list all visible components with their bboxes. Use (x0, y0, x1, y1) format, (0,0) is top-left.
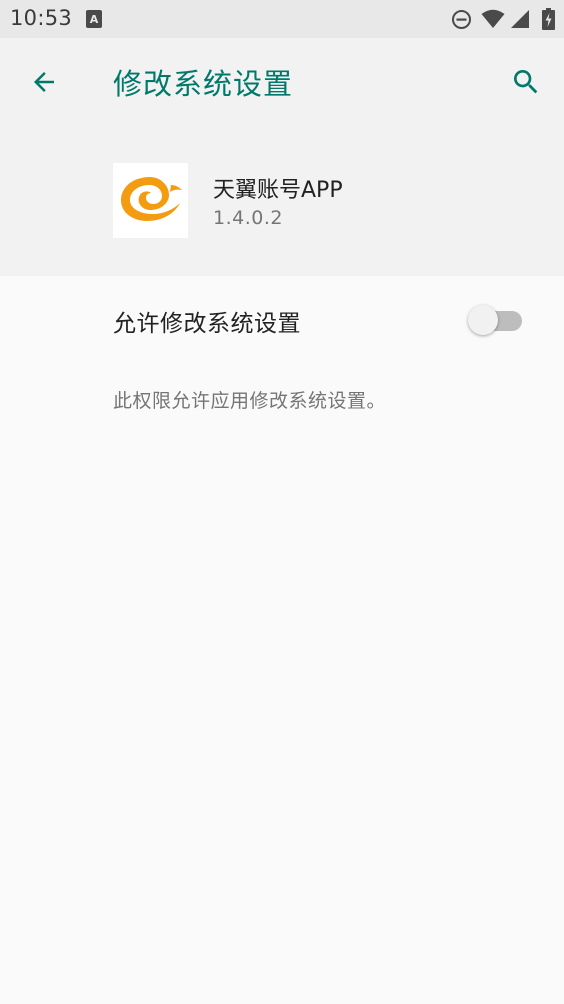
app-version: 1.4.0.2 (213, 207, 283, 229)
allow-modify-settings-toggle[interactable] (468, 302, 524, 336)
wifi-icon (481, 9, 505, 28)
status-bar: 10:53 A (0, 0, 564, 38)
swirl-logo-icon (121, 177, 182, 221)
setting-label: 允许修改系统设置 (113, 311, 301, 337)
allow-modify-settings-row[interactable]: 允许修改系统设置 (0, 276, 564, 362)
back-button[interactable] (24, 62, 64, 102)
arrow-left-icon (34, 72, 54, 92)
search-icon (514, 70, 538, 94)
do-not-disturb-icon (452, 10, 471, 29)
page-title: 修改系统设置 (113, 67, 294, 101)
svg-text:A: A (90, 13, 99, 26)
app-name: 天翼账号APP (213, 178, 343, 203)
app-header: 天翼账号APP 1.4.0.2 (0, 126, 564, 276)
status-time: 10:53 (10, 6, 73, 30)
notification-a-icon: A (86, 10, 102, 28)
battery-charging-icon (542, 8, 555, 30)
cell-signal-icon (511, 10, 529, 28)
app-icon (113, 163, 188, 238)
permission-description: 此权限允许应用修改系统设置。 (113, 390, 387, 412)
search-button[interactable] (506, 62, 546, 102)
toggle-thumb (468, 305, 498, 335)
toolbar: 修改系统设置 (0, 38, 564, 126)
